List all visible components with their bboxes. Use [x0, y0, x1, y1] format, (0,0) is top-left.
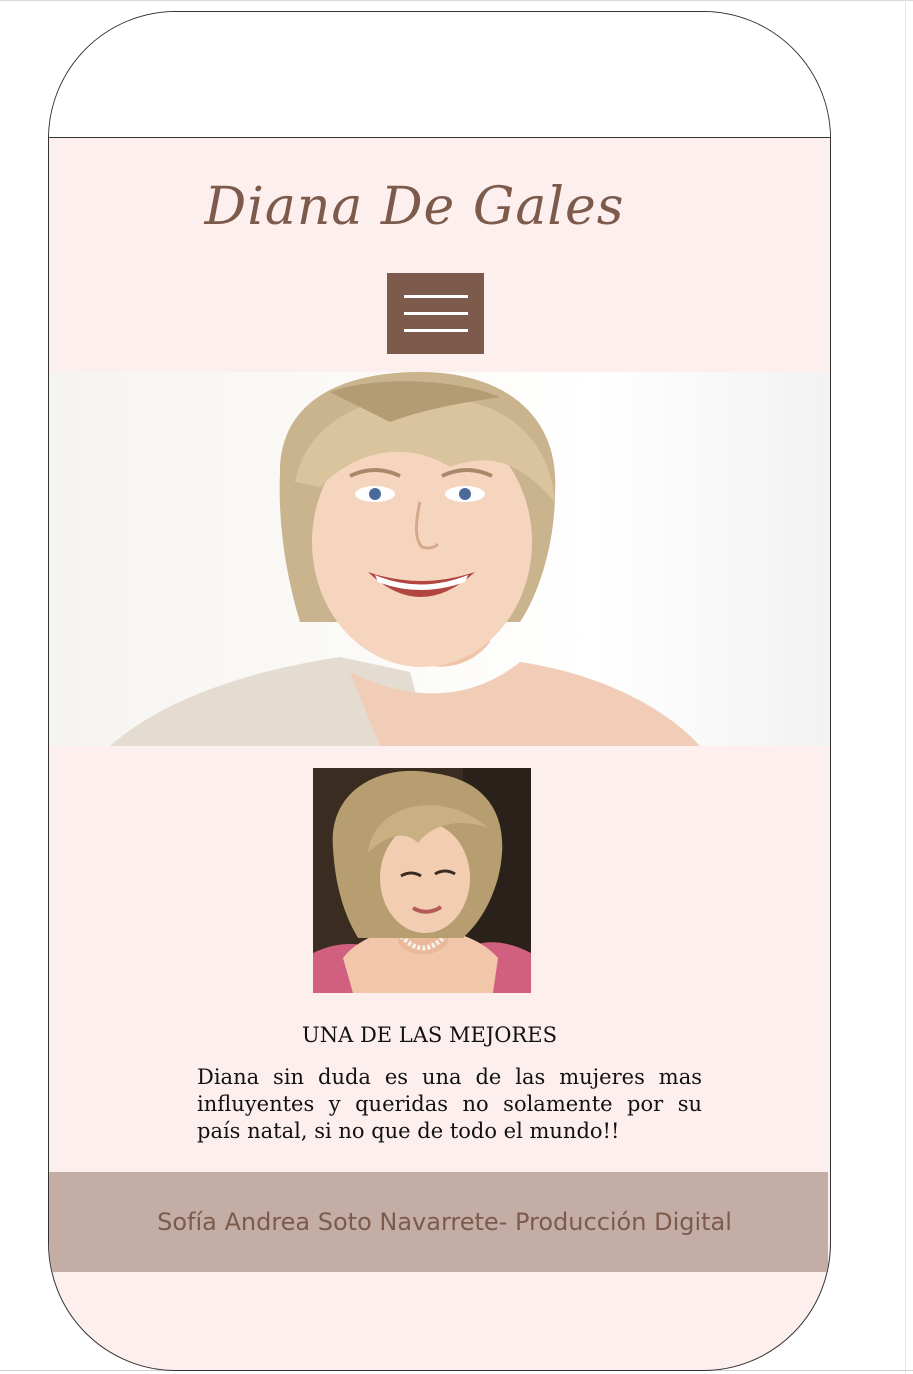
canvas-top-rule	[0, 0, 913, 1]
site-footer: Sofía Andrea Soto Navarrete- Producción …	[49, 1172, 828, 1272]
menu-icon-line	[404, 295, 468, 298]
phone-top-bezel	[49, 12, 830, 138]
section-heading: UNA DE LAS MEJORES	[302, 1023, 557, 1047]
thumbnail-portrait-illustration	[313, 768, 531, 993]
footer-credit: Sofía Andrea Soto Navarrete- Producción …	[157, 1208, 732, 1236]
section-paragraph: Diana sin duda es una de las mujeres mas…	[197, 1065, 702, 1143]
hero-portrait	[50, 372, 829, 746]
site-title: Diana De Gales	[204, 177, 625, 237]
menu-icon-line	[404, 329, 468, 332]
phone-frame: Diana De Gales UNA DE LAS MEJORES Diana …	[48, 11, 831, 1371]
menu-icon-line	[404, 312, 468, 315]
canvas-right-rule	[905, 0, 906, 1374]
hamburger-menu-button[interactable]	[387, 273, 484, 354]
hero-portrait-illustration	[110, 372, 700, 746]
thumbnail-portrait	[313, 768, 531, 993]
